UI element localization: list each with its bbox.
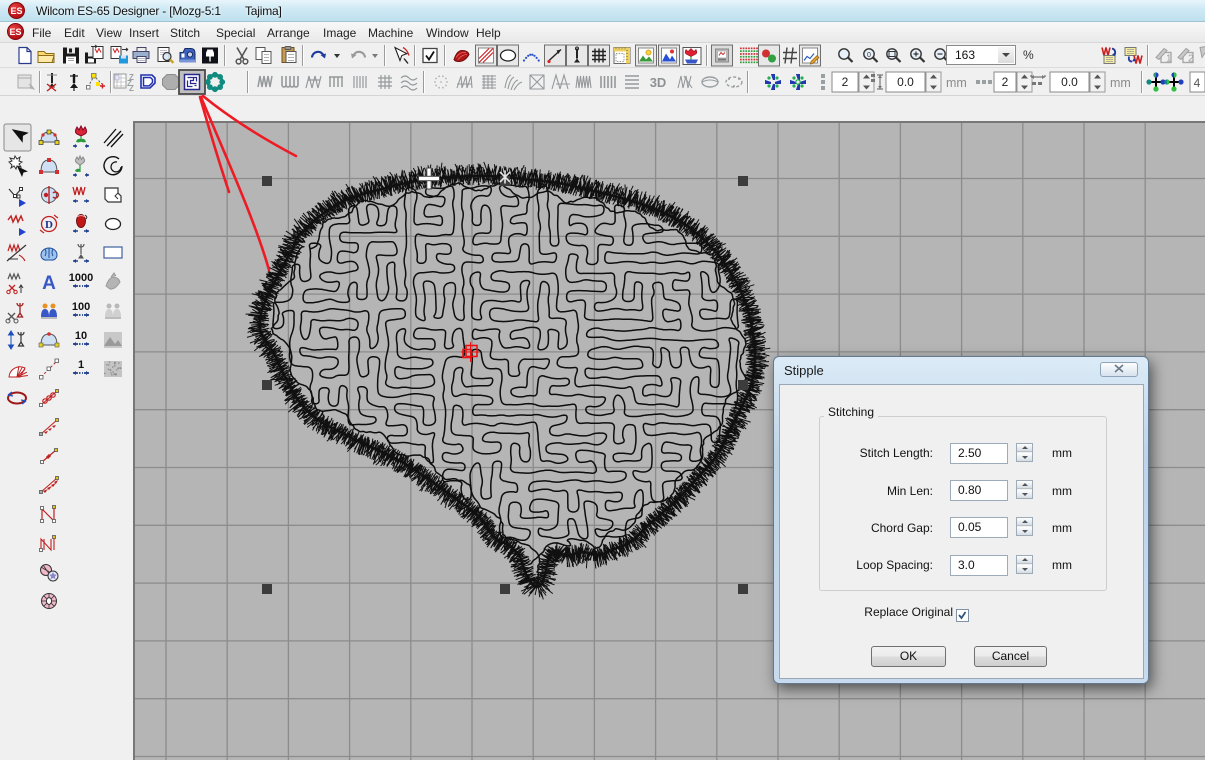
svg-text:2: 2 xyxy=(1002,75,1009,89)
svg-text:0: 0 xyxy=(867,52,871,59)
svg-text:D: D xyxy=(45,219,53,231)
svg-text:4: 4 xyxy=(1194,76,1201,90)
svg-text:0.0: 0.0 xyxy=(1061,75,1078,89)
svg-text:mm: mm xyxy=(1110,76,1131,90)
svg-text:10: 10 xyxy=(75,330,87,342)
svg-text:Z: Z xyxy=(129,84,134,93)
svg-text:1: 1 xyxy=(78,359,84,371)
svg-text:1000: 1000 xyxy=(69,272,93,284)
svg-text:2: 2 xyxy=(1188,54,1194,65)
svg-text:1: 1 xyxy=(1166,54,1172,65)
svg-text:3D: 3D xyxy=(650,75,667,90)
svg-text:2: 2 xyxy=(842,75,849,89)
svg-text:0.0: 0.0 xyxy=(897,75,914,89)
svg-text:mm: mm xyxy=(946,76,967,90)
svg-text:100: 100 xyxy=(72,301,90,313)
svg-text:A: A xyxy=(42,273,56,294)
